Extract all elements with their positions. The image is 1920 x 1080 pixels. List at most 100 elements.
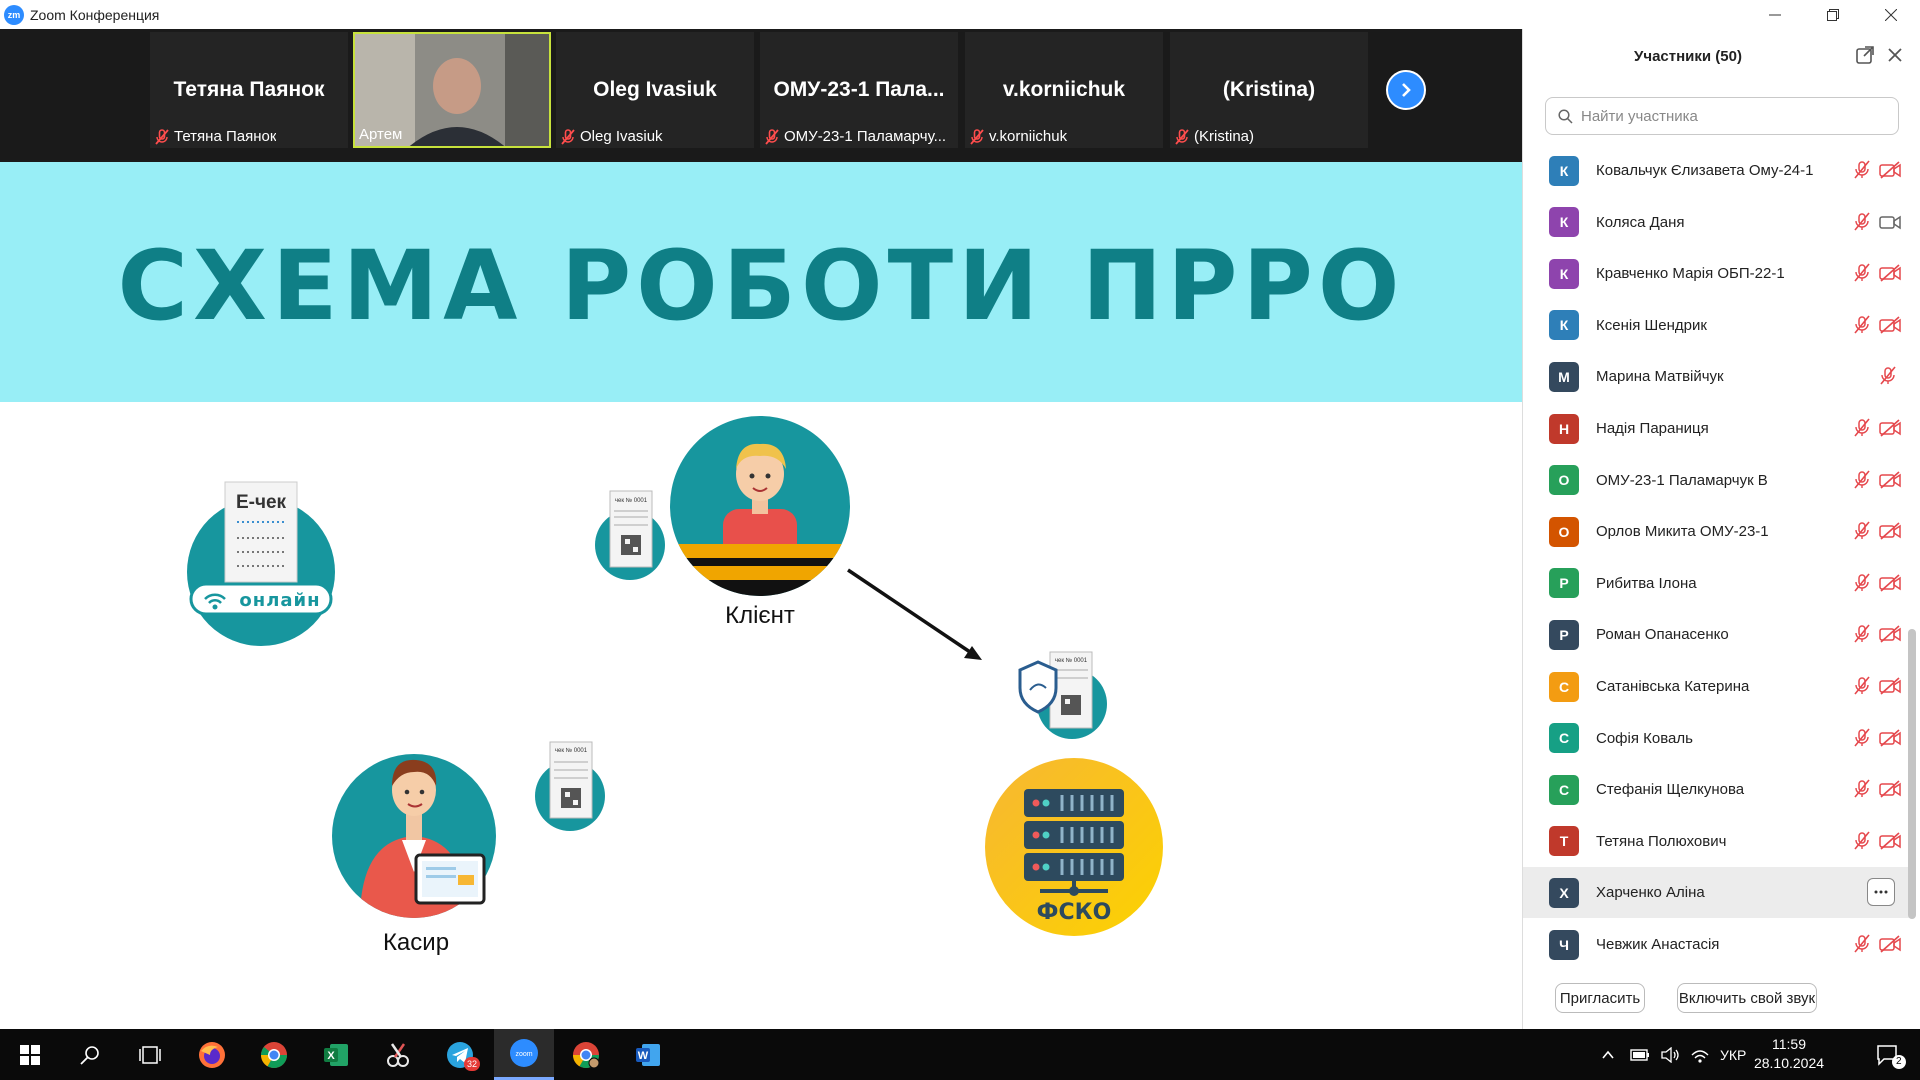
participant-video-tile[interactable]: Артем xyxy=(353,32,551,148)
participant-row[interactable]: Ч Чевжик Анастасія xyxy=(1523,919,1909,970)
zoom-taskbar-icon[interactable]: zoom xyxy=(494,1029,554,1080)
video-off-icon[interactable] xyxy=(1879,728,1901,747)
participant-row[interactable]: М Марина Матвійчук xyxy=(1523,351,1909,402)
scrollbar[interactable] xyxy=(1908,629,1916,919)
close-panel-icon[interactable] xyxy=(1887,47,1903,63)
participant-row[interactable]: Р Рибитва Ілона xyxy=(1523,558,1909,609)
video-off-icon[interactable] xyxy=(1879,832,1901,850)
word-taskbar-icon[interactable]: W xyxy=(618,1029,678,1080)
participant-name: Кравченко Марія ОБП-22-1 xyxy=(1596,265,1785,283)
wifi-icon[interactable] xyxy=(1690,1047,1710,1063)
telegram-taskbar-icon[interactable]: 32 xyxy=(430,1029,490,1080)
participant-status-icons xyxy=(1849,518,1909,544)
participant-name: Роман Опанасенко xyxy=(1596,626,1729,644)
avatar: К xyxy=(1549,310,1579,341)
video-off-icon[interactable] xyxy=(1879,419,1901,437)
close-window-button[interactable] xyxy=(1862,0,1920,29)
participant-tile[interactable]: v.korniichuk v.korniichuk xyxy=(965,32,1163,148)
minimize-button[interactable] xyxy=(1746,0,1804,29)
mic-muted-icon[interactable] xyxy=(1853,728,1871,748)
restore-button[interactable] xyxy=(1804,0,1862,29)
participant-row[interactable]: Т Тетяна Полюхович xyxy=(1523,816,1909,867)
participant-row[interactable]: О ОМУ-23-1 Паламарчук В xyxy=(1523,455,1909,506)
input-language[interactable]: УКР xyxy=(1720,1047,1746,1063)
firefox-taskbar-icon[interactable] xyxy=(182,1029,242,1080)
participant-row[interactable]: К Кравченко Марія ОБП-22-1 xyxy=(1523,248,1909,299)
tile-name: v.korniichuk xyxy=(1002,78,1126,101)
server-fsko-illustration: ФСКО xyxy=(985,758,1163,936)
client-label: Клієнт xyxy=(725,602,795,629)
chrome-profile-taskbar-icon[interactable] xyxy=(556,1029,616,1080)
tile-footer: ОМУ-23-1 Паламарчу... xyxy=(764,128,946,145)
invite-button[interactable]: Пригласить xyxy=(1555,983,1645,1013)
video-off-icon[interactable] xyxy=(1879,677,1901,695)
video-on-icon[interactable] xyxy=(1879,213,1901,231)
battery-icon[interactable] xyxy=(1630,1048,1650,1062)
mic-muted-icon[interactable] xyxy=(1853,315,1871,335)
participant-row[interactable]: К Коляса Даня xyxy=(1523,197,1909,248)
participant-status-icons xyxy=(1849,415,1909,441)
video-off-icon[interactable] xyxy=(1879,316,1901,334)
participant-tile[interactable]: ОМУ-23-1 Пала... ОМУ-23-1 Паламарчу... xyxy=(760,32,958,148)
participant-row[interactable]: К Ковальчук Єлизавета Ому-24-1 xyxy=(1523,145,1909,196)
unmute-button[interactable]: Включить свой звук xyxy=(1677,983,1817,1013)
mic-muted-icon[interactable] xyxy=(1853,779,1871,799)
video-off-icon[interactable] xyxy=(1879,574,1901,592)
mic-muted-icon[interactable] xyxy=(1853,521,1871,541)
volume-icon[interactable] xyxy=(1660,1046,1680,1063)
participant-row[interactable]: С Софія Коваль xyxy=(1523,713,1909,764)
participant-tile[interactable]: (Kristina) (Kristina) xyxy=(1170,32,1368,148)
mic-muted-icon[interactable] xyxy=(1853,676,1871,696)
chrome-icon xyxy=(260,1041,288,1068)
participant-row[interactable]: Х Харченко Аліна xyxy=(1523,867,1909,919)
system-clock[interactable]: 11:59 28.10.2024 xyxy=(1744,1035,1834,1073)
snipping-tool-taskbar-icon[interactable] xyxy=(368,1029,428,1080)
participant-row[interactable]: С Стефанія Щелкунова xyxy=(1523,764,1909,815)
participant-row[interactable]: О Орлов Микита ОМУ-23-1 xyxy=(1523,506,1909,557)
search-input[interactable] xyxy=(1581,107,1881,125)
mic-muted-icon[interactable] xyxy=(1853,418,1871,438)
mic-muted-icon[interactable] xyxy=(1853,624,1871,644)
mic-muted-icon[interactable] xyxy=(1853,470,1871,490)
mic-muted-icon[interactable] xyxy=(1853,263,1871,283)
chevron-up-icon[interactable] xyxy=(1600,1047,1616,1063)
taskbar-search-button[interactable] xyxy=(60,1029,120,1080)
svg-text:zoom: zoom xyxy=(515,1051,532,1058)
next-page-button[interactable] xyxy=(1386,70,1426,110)
participant-row[interactable]: Н Надія Параниця xyxy=(1523,403,1909,454)
participant-status-icons xyxy=(1849,621,1909,647)
video-off-icon[interactable] xyxy=(1879,935,1901,953)
video-off-icon[interactable] xyxy=(1879,264,1901,282)
system-tray: УКР xyxy=(1600,1029,1746,1080)
mic-muted-icon[interactable] xyxy=(1879,366,1897,386)
participant-tile[interactable]: Oleg Ivasiuk Oleg Ivasiuk xyxy=(556,32,754,148)
video-off-icon[interactable] xyxy=(1879,625,1901,643)
chrome-taskbar-icon[interactable] xyxy=(244,1029,304,1080)
pop-out-icon[interactable] xyxy=(1855,45,1875,65)
notifications-button[interactable]: 2 xyxy=(1858,1029,1918,1080)
more-options-button[interactable] xyxy=(1867,878,1895,907)
mic-muted-icon[interactable] xyxy=(1853,573,1871,593)
participant-row[interactable]: Р Роман Опанасенко xyxy=(1523,609,1909,660)
mic-muted-icon[interactable] xyxy=(1853,212,1871,232)
video-off-icon[interactable] xyxy=(1879,780,1901,798)
mic-muted-icon[interactable] xyxy=(1853,831,1871,851)
mic-muted-icon[interactable] xyxy=(1853,160,1871,180)
excel-taskbar-icon[interactable]: X xyxy=(306,1029,366,1080)
mic-muted-icon[interactable] xyxy=(1853,934,1871,954)
participant-tile[interactable]: Тетяна Паянок Тетяна Паянок xyxy=(150,32,348,148)
participant-name: Софія Коваль xyxy=(1596,729,1693,747)
video-off-icon[interactable] xyxy=(1879,522,1901,540)
start-button[interactable] xyxy=(0,1029,60,1080)
participant-row[interactable]: С Сатанівська Катерина xyxy=(1523,661,1909,712)
participant-row[interactable]: К Ксенія Шендрик xyxy=(1523,300,1909,351)
participant-status-icons xyxy=(1849,157,1909,183)
task-view-button[interactable] xyxy=(120,1029,180,1080)
chrome-icon xyxy=(572,1041,600,1068)
tile-label: v.korniichuk xyxy=(989,128,1068,145)
video-off-icon[interactable] xyxy=(1879,161,1901,179)
video-off-icon[interactable] xyxy=(1879,470,1901,489)
participant-status-icons xyxy=(1849,828,1909,854)
avatar: О xyxy=(1549,465,1579,496)
tile-label: Тетяна Паянок xyxy=(174,128,277,145)
